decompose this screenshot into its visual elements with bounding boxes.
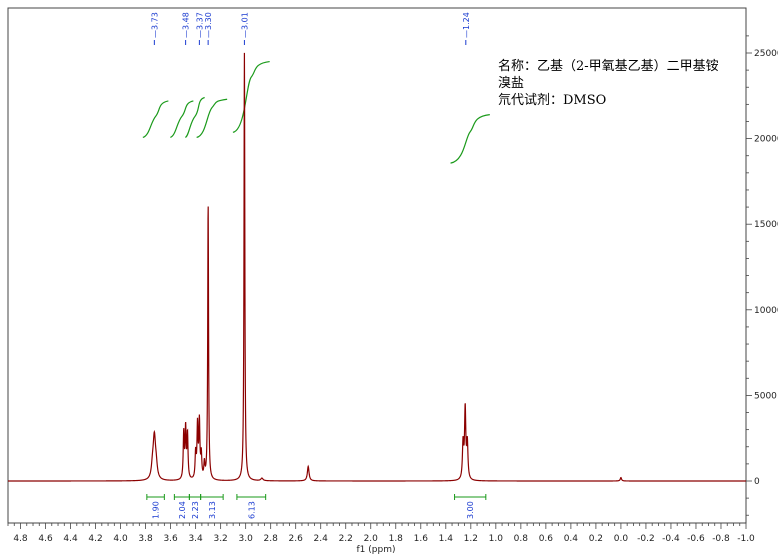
- integral-curve: [142, 100, 169, 139]
- x-tick-label: -0.4: [662, 534, 680, 544]
- integral-value-label: 1.90: [152, 501, 161, 519]
- integral-value-label: 6.13: [247, 501, 256, 519]
- spectrum-trace: [8, 52, 746, 482]
- x-tick-label: 1.0: [489, 534, 504, 544]
- peak-label: —3.30: [204, 12, 213, 38]
- x-tick-label: 4.4: [63, 534, 78, 544]
- x-tick-label: 0.2: [589, 534, 603, 544]
- solvent-line: 氘代试剂：DMSO: [498, 93, 607, 108]
- x-tick-label: 2.4: [314, 534, 329, 544]
- y-tick-label: 10000: [754, 306, 778, 316]
- x-tick-label: 2.0: [364, 534, 379, 544]
- y-tick-label: 20000: [754, 135, 778, 145]
- integral-curve: [196, 98, 228, 139]
- integral-curve: [170, 100, 194, 139]
- peak-labels: —3.73 —3.48 —3.37 —3.30 —3.01 —1.24: [150, 12, 471, 45]
- x-tick-label: 2.8: [264, 534, 279, 544]
- x-tick-label: 4.6: [38, 534, 53, 544]
- x-axis: 4.8 4.6 4.4 4.2 4.0 3.8 3.6 3.4 3.2 3.0 2.8 2.6 2.4 2…: [7, 522, 755, 544]
- compound-annotation: 名称：乙基（2-甲氧基乙基）二甲基铵 溴盐 氘代试剂：DMSO: [498, 58, 768, 109]
- peak-label: —3.73: [150, 12, 159, 38]
- compound-name-line2: 溴盐: [498, 76, 525, 91]
- integral-curve: [232, 60, 270, 133]
- x-tick-label: 3.4: [188, 534, 203, 544]
- x-tick-label: 0.6: [539, 534, 554, 544]
- integral-brackets: 1.90 2.04 2.23 3.13 6.13 3.00: [146, 494, 487, 519]
- peak-label: —3.48: [182, 12, 191, 38]
- x-tick-label: 1.4: [439, 534, 454, 544]
- y-tick-label: 15000: [754, 220, 778, 230]
- integral-value-label: 2.04: [178, 501, 187, 519]
- x-tick-label: 4.8: [13, 534, 28, 544]
- x-tick-label: 4.2: [88, 534, 102, 544]
- peak-label: —3.37: [195, 12, 204, 38]
- x-tick-label: 2.6: [289, 534, 304, 544]
- x-tick-label: 1.8: [389, 534, 404, 544]
- x-tick-label: 3.0: [238, 534, 253, 544]
- x-tick-label: -0.6: [687, 534, 705, 544]
- x-tick-label: -1.0: [737, 534, 755, 544]
- x-tick-label: 3.8: [138, 534, 153, 544]
- peak-label: —1.24: [462, 12, 471, 38]
- x-tick-label: 0.4: [564, 534, 579, 544]
- x-tick-label: 0.0: [614, 534, 629, 544]
- x-tick-label: 3.6: [163, 534, 178, 544]
- x-tick-label: 3.2: [213, 534, 227, 544]
- integral-value-label: 3.13: [208, 501, 217, 519]
- integral-curves: [142, 60, 490, 164]
- peak-label: —3.01: [240, 12, 249, 38]
- x-tick-label: 1.2: [464, 534, 478, 544]
- integral-value-label: 2.23: [191, 501, 200, 519]
- x-tick-label: 4.0: [113, 534, 128, 544]
- x-tick-label: -0.8: [712, 534, 730, 544]
- x-tick-label: 2.2: [339, 534, 353, 544]
- y-tick-label: 0: [754, 477, 760, 487]
- integral-value-label: 3.00: [466, 501, 475, 519]
- integral-curve: [450, 114, 490, 164]
- y-tick-label: 5000: [754, 391, 777, 401]
- x-tick-label: 0.8: [514, 534, 529, 544]
- compound-name-line1: 名称：乙基（2-甲氧基乙基）二甲基铵: [498, 59, 719, 74]
- x-tick-label: 1.6: [414, 534, 429, 544]
- x-axis-label: f1 (ppm): [357, 545, 396, 555]
- x-tick-label: -0.2: [637, 534, 655, 544]
- spectrum-line: [8, 52, 746, 482]
